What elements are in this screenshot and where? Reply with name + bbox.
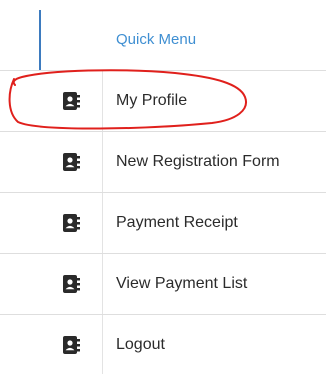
menu-item-label: My Profile (116, 92, 188, 109)
menu-item-new-registration-form[interactable]: New Registration Form (0, 131, 326, 191)
address-book-icon (63, 214, 80, 232)
menu-item-my-profile[interactable]: My Profile (0, 70, 326, 130)
quick-menu: Quick Menu My Profile New Registration F… (0, 0, 326, 374)
address-book-icon (63, 275, 80, 293)
quick-menu-title: Quick Menu (116, 31, 197, 48)
menu-item-logout[interactable]: Logout (0, 314, 326, 374)
menu-item-label: View Payment List (116, 275, 248, 292)
address-book-icon (63, 92, 80, 110)
menu-item-view-payment-list[interactable]: View Payment List (0, 253, 326, 313)
quick-menu-header: Quick Menu (0, 10, 326, 70)
address-book-icon (63, 153, 80, 171)
menu-item-label: Payment Receipt (116, 214, 238, 231)
menu-item-label: New Registration Form (116, 153, 280, 170)
address-book-icon (63, 336, 80, 354)
menu-item-payment-receipt[interactable]: Payment Receipt (0, 192, 326, 252)
menu-item-label: Logout (116, 336, 165, 353)
